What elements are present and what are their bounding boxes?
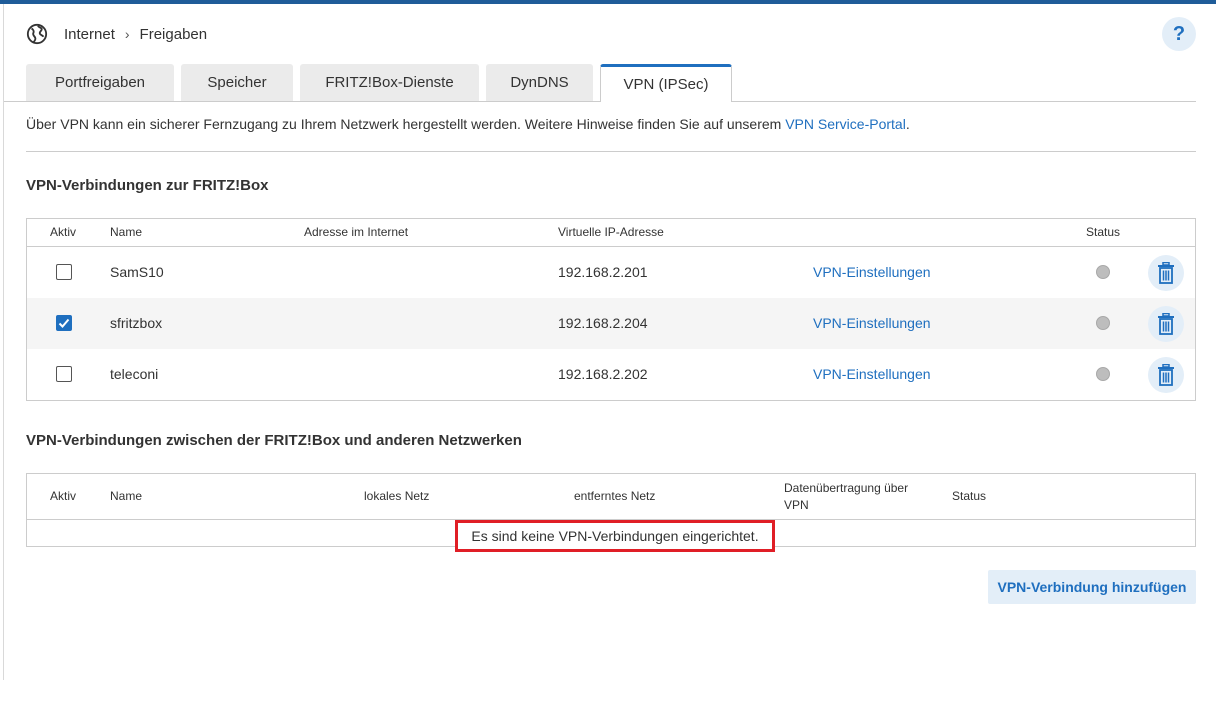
vpn-settings-link[interactable]: VPN-Einstellungen (813, 349, 931, 400)
section-title-vpn-to-fritzbox: VPN-Verbindungen zur FRITZ!Box (26, 177, 269, 194)
tab-label: Speicher (207, 74, 267, 91)
row-name: sfritzbox (110, 315, 163, 331)
col-aktiv: Aktiv (50, 489, 77, 503)
intro-body: Über VPN kann ein sicherer Fernzugang zu… (26, 116, 786, 132)
delete-button[interactable] (1148, 357, 1184, 393)
row-name: SamS10 (110, 264, 164, 280)
tab-vpn-ipsec[interactable]: VPN (IPSec) (600, 64, 732, 102)
active-checkbox[interactable] (56, 315, 72, 331)
tab-portfreigaben[interactable]: Portfreigaben (26, 64, 174, 101)
col-local-network: lokales Netz (364, 489, 430, 503)
left-border (3, 4, 4, 680)
col-status: Status (1086, 225, 1121, 239)
trash-icon (1158, 262, 1174, 284)
tab-label: FRITZ!Box-Dienste (325, 74, 454, 91)
table-row: teleconi 192.168.2.202 VPN-Einstellungen (27, 349, 1195, 400)
tab-divider-gap (601, 101, 731, 102)
breadcrumb-item-freigaben: Freigaben (139, 25, 208, 43)
breadcrumb-item-internet[interactable]: Internet (64, 26, 115, 43)
help-icon[interactable]: ? (1162, 17, 1196, 51)
vpn-networks-table: Aktiv Name lokales Netz entferntes Netz … (26, 473, 1196, 552)
empty-row: Es sind keine VPN-Verbindungen eingerich… (27, 520, 1195, 552)
tab-label: Portfreigaben (54, 74, 146, 91)
check-icon (58, 318, 70, 328)
tab-speicher[interactable]: Speicher (181, 64, 293, 101)
active-checkbox[interactable] (56, 366, 72, 382)
section-title-vpn-networks: VPN-Verbindungen zwischen der FRITZ!Box … (26, 432, 522, 449)
tab-label: DynDNS (510, 74, 569, 91)
section-divider (26, 151, 1196, 152)
row-virtual-ip: 192.168.2.202 (558, 366, 648, 382)
empty-message: Es sind keine VPN-Verbindungen eingerich… (455, 520, 775, 552)
col-remote-network: entferntes Netz (574, 489, 656, 503)
intro-suffix: . (905, 116, 910, 132)
col-aktiv: Aktiv (50, 225, 77, 239)
col-status: Status (952, 489, 987, 503)
delete-button[interactable] (1148, 306, 1184, 342)
delete-button[interactable] (1148, 255, 1184, 291)
col-transfer: Datenübertragung über (784, 481, 909, 495)
trash-icon (1158, 313, 1174, 335)
vpn-settings-link[interactable]: VPN-Einstellungen (813, 298, 931, 349)
help-label: ? (1172, 22, 1186, 45)
table-row: sfritzbox 192.168.2.204 VPN-Einstellunge… (27, 298, 1195, 349)
col-transfer-line2: VPN (784, 498, 809, 512)
col-name: Name (110, 225, 143, 239)
trash-icon (1158, 364, 1174, 386)
globe-icon (26, 23, 48, 45)
status-indicator (1096, 265, 1110, 279)
row-name: teleconi (110, 366, 159, 382)
row-virtual-ip: 192.168.2.201 (558, 264, 648, 280)
status-indicator (1096, 367, 1110, 381)
col-name: Name (110, 489, 143, 503)
tab-divider (4, 101, 1196, 102)
tab-fritzbox-dienste[interactable]: FRITZ!Box-Dienste (300, 64, 479, 101)
table-row: SamS10 192.168.2.201 VPN-Einstellungen (27, 247, 1195, 298)
col-virtual-ip: Virtuelle IP-Adresse (558, 225, 664, 239)
table-header: Aktiv Name lokales Netz entferntes Netz … (27, 474, 1195, 520)
tab-label: VPN (IPSec) (623, 76, 709, 93)
breadcrumb: Internet › Freigaben (26, 22, 207, 46)
vpn-service-portal-link[interactable]: VPN Service-Portal (785, 116, 906, 132)
intro-text: Über VPN kann ein sicherer Fernzugang zu… (26, 116, 910, 132)
active-checkbox[interactable] (56, 264, 72, 280)
vpn-users-table: Aktiv Name Adresse im Internet Virtuelle… (26, 218, 1196, 401)
status-indicator (1096, 316, 1110, 330)
col-address: Adresse im Internet (304, 225, 409, 239)
top-accent-bar (0, 0, 1216, 4)
row-virtual-ip: 192.168.2.204 (558, 315, 648, 331)
add-vpn-connection-button[interactable]: VPN-Verbindung hinzufügen (988, 570, 1196, 604)
breadcrumb-separator: › (124, 26, 130, 42)
vpn-settings-link[interactable]: VPN-Einstellungen (813, 247, 931, 298)
tab-dyndns[interactable]: DynDNS (486, 64, 593, 101)
table-header: Aktiv Name Adresse im Internet Virtuelle… (27, 219, 1195, 247)
